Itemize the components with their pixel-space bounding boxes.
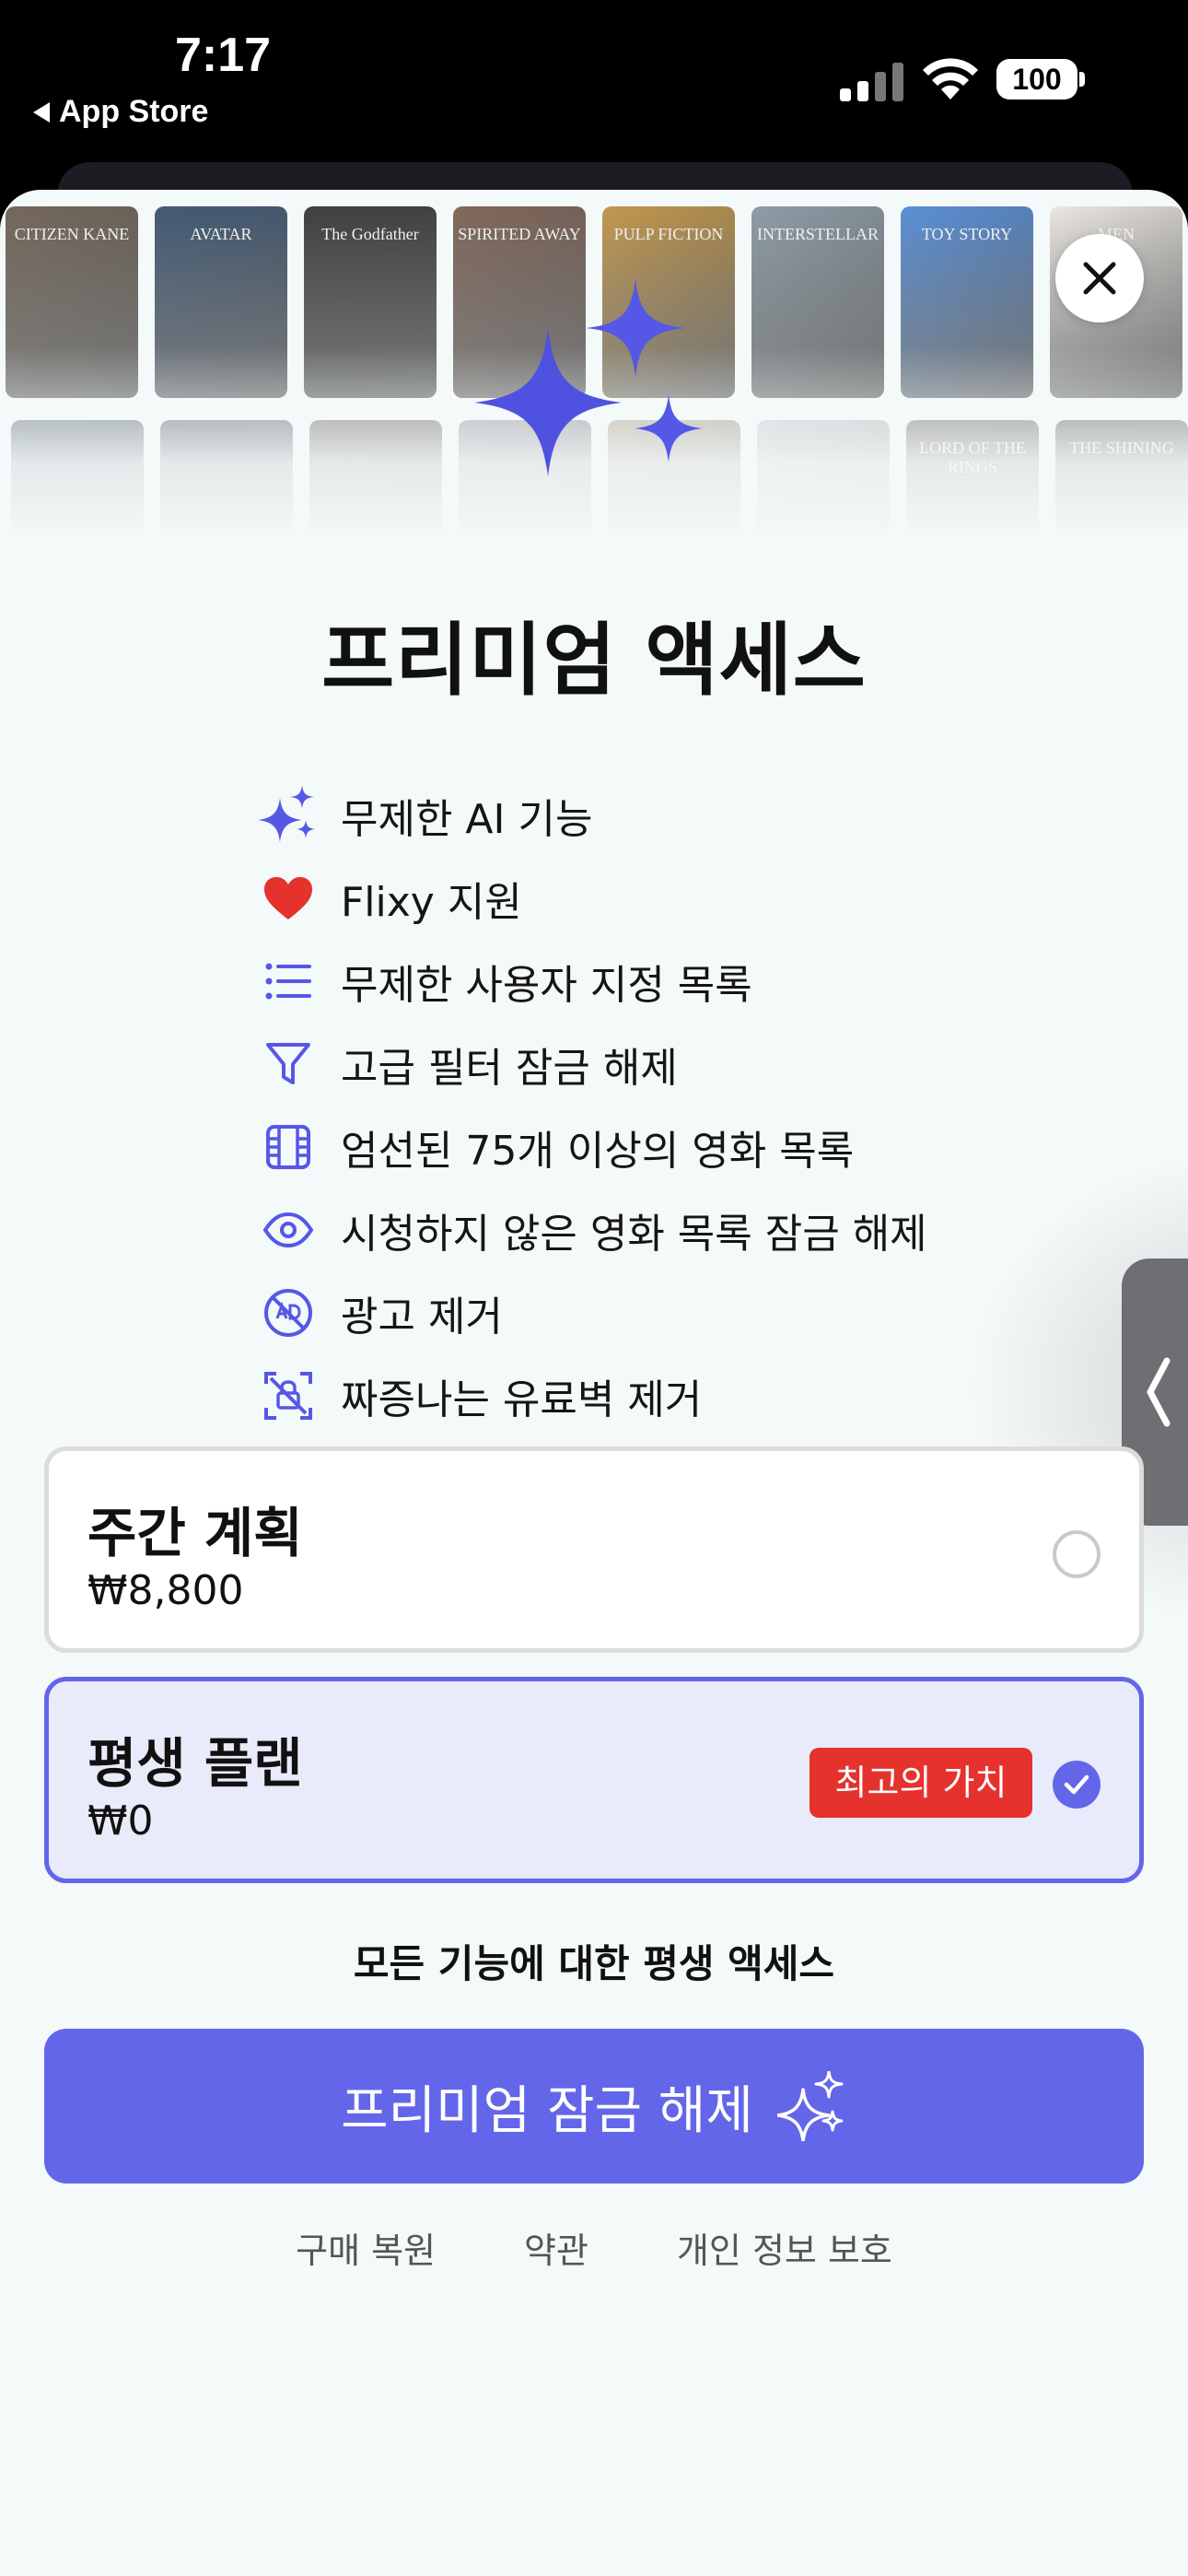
footer-links: 구매 복원 약관 개인 정보 보호	[0, 2222, 1188, 2273]
plan-description: 모든 기능에 대한 평생 액세스	[353, 1941, 835, 1986]
eye-icon	[258, 1200, 319, 1260]
best-value-badge: 최고의 가치	[809, 1748, 1032, 1818]
battery-icon: 100	[996, 59, 1085, 100]
back-to-app-store[interactable]: App Store	[33, 94, 208, 130]
status-bar: 7:17 App Store 100	[0, 0, 1188, 184]
feature-item: 짜증나는 유료벽 제거	[258, 1354, 1087, 1437]
plan-radio-unselected[interactable]	[1053, 1530, 1101, 1578]
feature-label: 시청하지 않은 영화 목록 잠금 해제	[341, 1211, 927, 1258]
unlock-premium-button[interactable]: 프리미엄 잠금 해제	[44, 2029, 1144, 2184]
feature-label: Flixy 지원	[341, 879, 522, 926]
feature-item: 엄선된 75개 이상의 영화 목록	[258, 1106, 1087, 1188]
feature-item: Flixy 지원	[258, 857, 1087, 940]
no-ads-icon	[258, 1282, 319, 1343]
battery-level: 100	[996, 59, 1077, 100]
terms-link[interactable]: 약관	[524, 2222, 588, 2273]
feature-label: 무제한 사용자 지정 목록	[341, 962, 752, 1009]
heart-icon	[258, 868, 319, 929]
sparkles-hero-icon	[474, 278, 703, 476]
cta-label: 프리미엄 잠금 해제	[341, 2080, 753, 2141]
filter-icon	[258, 1034, 319, 1095]
status-time: 7:17	[175, 29, 272, 82]
checkmark-icon	[1064, 1774, 1089, 1795]
feature-item: 광고 제거	[258, 1271, 1087, 1354]
paywall-sheet: CITIZEN KANEAVATARThe GodfatherSPIRITED …	[0, 190, 1188, 2576]
back-triangle-icon	[33, 101, 50, 123]
plan-price: ₩0	[87, 1797, 154, 1844]
feature-item: 무제한 AI 기능	[258, 774, 1087, 857]
feature-label: 광고 제거	[341, 1294, 503, 1341]
privacy-link[interactable]: 개인 정보 보호	[677, 2222, 892, 2273]
plan-option-weekly[interactable]: 주간 계획 ₩8,800	[44, 1446, 1144, 1653]
plan-radio-selected[interactable]	[1053, 1761, 1101, 1809]
sparkles-icon	[258, 785, 319, 846]
feature-item: 고급 필터 잠금 해제	[258, 1023, 1087, 1106]
restore-purchase-link[interactable]: 구매 복원	[296, 2222, 436, 2273]
feature-label: 엄선된 75개 이상의 영화 목록	[341, 1128, 855, 1175]
no-paywall-icon	[258, 1365, 319, 1426]
plan-name: 주간 계획	[87, 1502, 303, 1564]
feature-label: 짜증나는 유료벽 제거	[341, 1376, 703, 1423]
close-button[interactable]	[1055, 234, 1144, 322]
chevron-left-icon	[1147, 1357, 1171, 1427]
feature-label: 고급 필터 잠금 해제	[341, 1045, 678, 1092]
feature-item: 시청하지 않은 영화 목록 잠금 해제	[258, 1188, 1087, 1271]
wifi-icon	[923, 58, 978, 100]
feature-label: 무제한 AI 기능	[341, 796, 593, 843]
plan-name: 평생 플랜	[87, 1732, 303, 1795]
sparkles-icon	[776, 2071, 844, 2141]
plan-price: ₩8,800	[87, 1567, 244, 1614]
plan-option-lifetime[interactable]: 평생 플랜 ₩0 최고의 가치	[44, 1677, 1144, 1883]
page-title: 프리미엄 액세스	[321, 615, 867, 707]
film-icon	[258, 1117, 319, 1177]
close-icon	[1083, 262, 1116, 295]
back-label: App Store	[59, 94, 209, 129]
feature-list: 무제한 AI 기능 Flixy 지원 무제한 사용자 지정 목록 고급 필터 잠…	[258, 774, 1087, 1437]
cellular-signal-icon	[840, 63, 903, 101]
feature-item: 무제한 사용자 지정 목록	[258, 940, 1087, 1023]
list-icon	[258, 951, 319, 1012]
